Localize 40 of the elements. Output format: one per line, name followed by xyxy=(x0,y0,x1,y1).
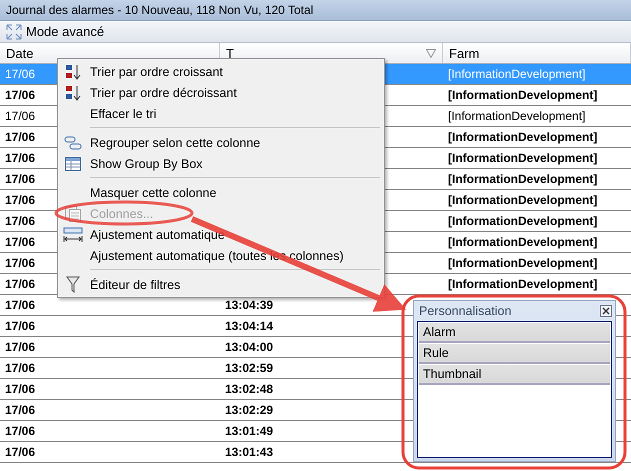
farm-cell: [InformationDevelopment] xyxy=(448,256,598,270)
farm-cell: [InformationDevelopment] xyxy=(448,130,598,144)
date-cell: 17/06 xyxy=(5,361,36,375)
time-cell: 13:04:39 xyxy=(225,298,274,312)
date-cell: 17/06 xyxy=(5,130,36,144)
time-cell: 13:01:43 xyxy=(225,445,274,459)
date-cell: 17/06 xyxy=(5,424,36,438)
farm-cell: [InformationDevelopment] xyxy=(448,277,598,291)
date-cell: 17/06 xyxy=(5,403,36,417)
date-cell: 17/06 xyxy=(5,340,36,354)
date-cell: 17/06 xyxy=(5,277,36,291)
date-cell: 17/06 xyxy=(5,193,36,207)
farm-cell: [InformationDevelopment] xyxy=(448,172,598,186)
farm-cell: [InformationDevelopment] xyxy=(448,151,598,165)
farm-cell: [InformationDevelopment] xyxy=(448,193,598,207)
date-cell: 17/06 xyxy=(5,445,36,459)
farm-cell: [InformationDevelopment] xyxy=(448,214,598,228)
farm-cell: [InformationDevelopment] xyxy=(448,88,598,102)
time-cell: 13:01:49 xyxy=(225,424,274,438)
panel-title: Personnalisation xyxy=(419,304,512,318)
date-cell: 17/06 xyxy=(5,172,36,186)
time-cell: 13:04:14 xyxy=(225,319,274,333)
date-cell: 17/06 xyxy=(5,235,36,249)
time-cell: 13:02:48 xyxy=(225,382,274,396)
date-cell: 17/06 xyxy=(5,67,36,81)
window-title: Journal des alarmes - 10 Nouveau, 118 Non Vu, 120 Total xyxy=(6,3,314,17)
date-cell: 17/06 xyxy=(5,256,36,270)
date-cell: 17/06 xyxy=(5,298,36,312)
time-cell: 13:04:00 xyxy=(225,340,274,354)
time-cell: 13:02:59 xyxy=(225,361,274,375)
farm-cell: [InformationDevelopment] xyxy=(448,109,586,123)
date-cell: 17/06 xyxy=(5,151,36,165)
farm-cell: [InformationDevelopment] xyxy=(448,67,586,81)
time-cell: 13:02:29 xyxy=(225,403,274,417)
farm-cell: [InformationDevelopment] xyxy=(448,235,598,249)
date-cell: 17/06 xyxy=(5,319,36,333)
date-cell: 17/06 xyxy=(5,109,36,123)
date-cell: 17/06 xyxy=(5,88,36,102)
date-cell: 17/06 xyxy=(5,214,36,228)
date-cell: 17/06 xyxy=(5,382,36,396)
